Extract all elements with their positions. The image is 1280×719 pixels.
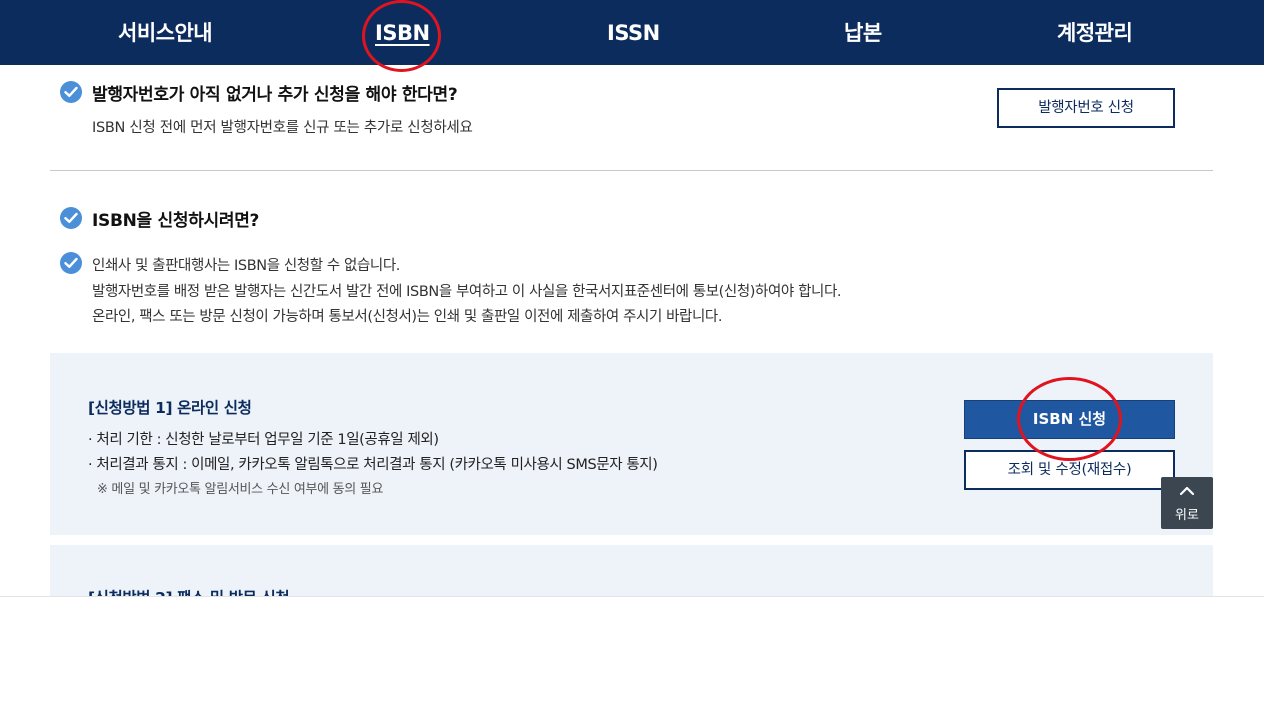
isbn-apply-button[interactable]: ISBN 신청 bbox=[964, 400, 1175, 439]
blank-area bbox=[0, 596, 1280, 719]
publisher-title: 발행자번호가 아직 없거나 추가 신청을 해야 한다면? bbox=[92, 85, 458, 105]
publisher-desc: ISBN 신청 전에 먼저 발행자번호를 신규 또는 추가로 신청하세요 bbox=[92, 120, 473, 136]
check-icon bbox=[60, 207, 82, 229]
publisher-number-apply-button[interactable]: 발행자번호 신청 bbox=[997, 88, 1175, 128]
isbn-info-line: 발행자번호를 배정 받은 발행자는 신간도서 발간 전에 ISBN을 부여하고 … bbox=[92, 284, 842, 300]
nav-item-deposit[interactable]: 납본 bbox=[844, 0, 882, 65]
isbn-info-line: 인쇄사 및 출판대행사는 ISBN을 신청할 수 없습니다. bbox=[92, 258, 400, 274]
scrollbar[interactable] bbox=[1264, 0, 1280, 719]
scroll-to-top-label: 위로 bbox=[1175, 508, 1199, 523]
scroll-to-top-button[interactable]: 위로 bbox=[1161, 477, 1213, 529]
method1-note: ※ 메일 및 카카오톡 알림서비스 수신 여부에 동의 필요 bbox=[97, 482, 384, 497]
method2-title: [신청방법 2] 팩스 및 방문 신청 bbox=[88, 586, 290, 596]
isbn-section-title: ISBN을 신청하시려면? bbox=[92, 211, 260, 231]
top-navigation: 서비스안내 ISBN ISSN 납본 계정관리 bbox=[0, 0, 1264, 65]
method1-title: [신청방법 1] 온라인 신청 bbox=[88, 399, 252, 417]
section-divider bbox=[50, 170, 1213, 171]
method1-line: · 처리 기한 : 신청한 날로부터 업무일 기준 1일(공휴일 제외) bbox=[88, 432, 439, 448]
isbn-info-line: 온라인, 팩스 또는 방문 신청이 가능하며 통보서(신청서)는 인쇄 및 출판… bbox=[92, 309, 723, 325]
check-icon bbox=[60, 252, 82, 274]
page-viewport: 서비스안내 ISBN ISSN 납본 계정관리 발행자번호가 아직 없거나 추가… bbox=[0, 0, 1264, 596]
method1-line: · 처리결과 통지 : 이메일, 카카오톡 알림톡으로 처리결과 통지 (카카오… bbox=[88, 457, 658, 473]
nav-item-account[interactable]: 계정관리 bbox=[1057, 0, 1133, 65]
nav-item-isbn[interactable]: ISBN bbox=[375, 0, 430, 65]
nav-item-issn[interactable]: ISSN bbox=[607, 0, 660, 65]
chevron-up-icon bbox=[1179, 486, 1195, 496]
nav-item-service-guide[interactable]: 서비스안내 bbox=[118, 0, 213, 65]
check-icon bbox=[60, 81, 82, 103]
inquiry-edit-button[interactable]: 조회 및 수정(재접수) bbox=[964, 450, 1175, 490]
